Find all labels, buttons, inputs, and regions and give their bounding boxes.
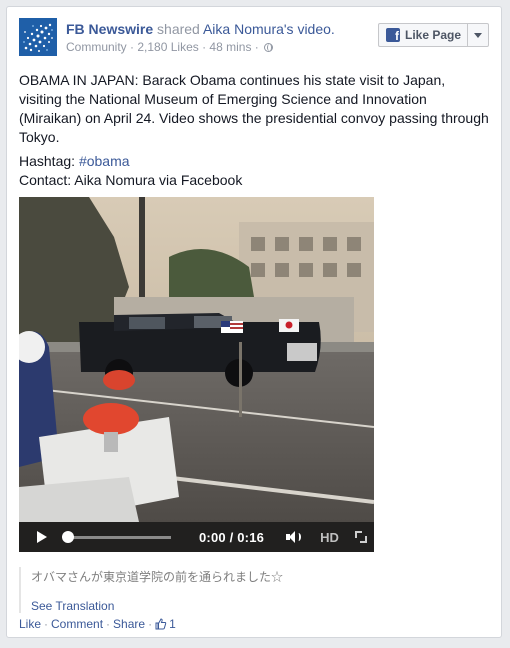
video-player[interactable]: 0:00 / 0:16 HD [19, 197, 374, 552]
like-count[interactable]: 1 [169, 617, 176, 631]
share-link[interactable]: Share [113, 617, 145, 631]
comment-link[interactable]: Comment [51, 617, 103, 631]
shared-source-link[interactable]: Aika Nomura's video. [203, 21, 335, 37]
fullscreen-icon[interactable] [354, 531, 367, 543]
page-category: Community [66, 40, 127, 54]
like-page-main[interactable]: f Like Page [379, 24, 467, 46]
post-header-text: FB Newswire shared Aika Nomura's video. … [66, 20, 359, 55]
hashtag-label: Hashtag: [19, 153, 76, 169]
post-actions: Like · Comment · Share · 1 [19, 617, 176, 631]
shared-word: shared [157, 21, 200, 37]
page-avatar[interactable] [19, 18, 57, 56]
post-title-line: FB Newswire shared Aika Nomura's video. [66, 20, 359, 38]
like-page-button[interactable]: f Like Page [378, 23, 489, 47]
hd-toggle[interactable]: HD [320, 530, 339, 545]
volume-icon[interactable] [286, 531, 302, 543]
post-card: FB Newswire shared Aika Nomura's video. … [6, 6, 502, 638]
post-meta-line: Community · 2,180 Likes · 48 mins · [66, 39, 359, 55]
page-name-link[interactable]: FB Newswire [66, 21, 153, 37]
thumbs-up-icon[interactable] [155, 618, 167, 630]
chevron-down-icon [474, 32, 482, 38]
like-link[interactable]: Like [19, 617, 41, 631]
quote-text: オバマさんが東京道学院の前を通られました☆ [31, 570, 284, 584]
attached-quote: オバマさんが東京道学院の前を通られました☆ See Translation [19, 567, 489, 613]
video-scrubber[interactable] [62, 530, 171, 543]
scrubber-handle[interactable] [62, 530, 74, 543]
page-likes: 2,180 Likes [137, 40, 199, 54]
hashtag-link[interactable]: #obama [79, 153, 130, 169]
like-page-label: Like Page [405, 28, 462, 42]
post-time[interactable]: 48 mins [209, 40, 251, 54]
post-body: OBAMA IN JAPAN: Barack Obama continues h… [19, 71, 489, 195]
like-page-dropdown[interactable] [467, 24, 488, 46]
facebook-icon: f [386, 28, 400, 42]
post-body-text: OBAMA IN JAPAN: Barack Obama continues h… [19, 72, 489, 145]
video-frame[interactable] [19, 197, 374, 552]
play-icon[interactable] [37, 531, 47, 543]
video-controls: 0:00 / 0:16 HD [19, 522, 374, 552]
contact-line: Contact: Aika Nomura via Facebook [19, 172, 243, 188]
post-header: FB Newswire shared Aika Nomura's video. … [19, 18, 489, 62]
see-translation-link[interactable]: See Translation [31, 599, 114, 613]
video-time: 0:00 / 0:16 [199, 529, 265, 545]
globe-icon[interactable] [264, 43, 274, 52]
